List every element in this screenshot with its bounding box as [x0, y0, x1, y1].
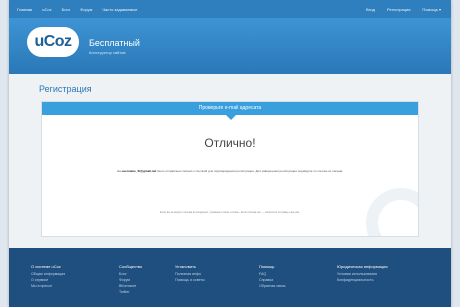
footer-link[interactable]: Форум — [119, 278, 142, 282]
spam-note: Если вы не видите письма во входящих, пр… — [160, 211, 300, 214]
page-frame: Главная uCoz Блог Форум Часто задаваемые… — [9, 0, 451, 307]
site-footer: О системе uCoz Общая информация О сервис… — [9, 248, 451, 307]
email-address: username_2t@gmail.net — [121, 169, 157, 173]
message-body: было отправлено письмо с ссылкой для под… — [156, 169, 344, 173]
help-dropdown[interactable]: Помощь ▾ — [422, 7, 441, 12]
page-title: Регистрация — [39, 84, 92, 94]
footer-link[interactable]: Мы в прессе — [31, 284, 65, 288]
footer-column: Сообщество Блог Форум ВКонтакте Twitter — [119, 264, 142, 296]
footer-heading: Установить — [175, 264, 196, 269]
register-link[interactable]: Регистрация — [387, 7, 410, 12]
top-navigation-bar: Главная uCoz Блог Форум Часто задаваемые… — [9, 0, 451, 18]
top-nav-right: Вход Регистрация Помощь ▾ — [366, 7, 441, 12]
footer-link[interactable]: О сервисе — [31, 278, 65, 282]
confirmation-card: Проверьте e-mail адресата Отлично! На us… — [41, 101, 419, 237]
ucoz-logo[interactable]: uCoz — [27, 27, 79, 57]
footer-column: Юридическая информация Условия использов… — [337, 264, 388, 284]
ucoz-watermark-icon — [366, 188, 418, 236]
login-link[interactable]: Вход — [366, 7, 375, 12]
top-nav-link[interactable]: Главная — [17, 7, 32, 12]
footer-link[interactable]: Обратная связь — [259, 284, 285, 288]
footer-link[interactable]: Блог — [119, 272, 142, 276]
top-nav-left: Главная uCoz Блог Форум Часто задаваемые — [17, 7, 137, 12]
card-header-arrow — [226, 115, 236, 120]
top-nav-link[interactable]: uCoz — [42, 7, 51, 12]
header-subtagline: Конструктор сайтов — [89, 50, 126, 55]
footer-link[interactable]: Twitter — [119, 290, 142, 294]
card-header: Проверьте e-mail адресата — [42, 102, 418, 115]
footer-column: О системе uCoz Общая информация О сервис… — [31, 264, 65, 290]
top-nav-link[interactable]: Форум — [80, 7, 92, 12]
footer-link[interactable]: Справка — [259, 278, 285, 282]
footer-link[interactable]: FAQ — [259, 272, 285, 276]
success-heading: Отлично! — [204, 136, 256, 150]
site-header: uCoz Бесплатный Конструктор сайтов — [9, 18, 451, 74]
footer-link[interactable]: Общая информация — [31, 272, 65, 276]
footer-link[interactable]: Полезная инфо — [175, 272, 205, 276]
footer-heading: Сообщество — [119, 264, 143, 269]
top-nav-link[interactable]: Блог — [62, 7, 71, 12]
footer-link[interactable]: ВКонтакте — [119, 284, 142, 288]
footer-column: Установить Полезная инфо Помощь и советы — [175, 264, 205, 284]
footer-link[interactable]: Условия использования — [337, 272, 388, 276]
footer-heading: Юридическая информация — [337, 264, 388, 269]
confirmation-message: На username_2t@gmail.net было отправлено… — [82, 169, 378, 174]
footer-column: Помощь FAQ Справка Обратная связь — [259, 264, 285, 290]
footer-link[interactable]: Конфиденциальность — [337, 278, 388, 282]
footer-heading: О системе uCoz — [31, 264, 61, 269]
header-tagline: Бесплатный — [89, 38, 140, 48]
top-nav-link[interactable]: Часто задаваемые — [102, 7, 137, 12]
footer-heading: Помощь — [259, 264, 275, 269]
footer-link[interactable]: Помощь и советы — [175, 278, 205, 282]
